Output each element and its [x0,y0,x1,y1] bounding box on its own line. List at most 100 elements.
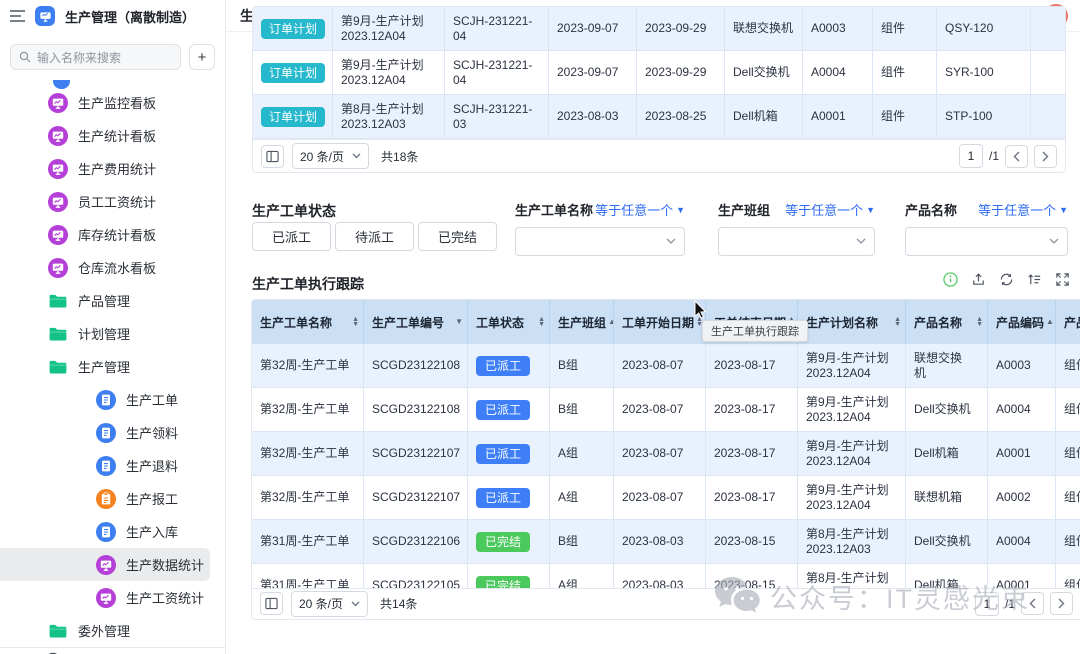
tracking-table-cell: 组件 [1056,476,1080,520]
tracking-table-body: 第32周-生产工单SCGD23122108已派工B组2023-08-072023… [252,344,1080,588]
refresh-icon[interactable] [999,272,1014,287]
tracking-table-row[interactable]: 第32周-生产工单SCGD23122107已派工A组2023-08-072023… [252,476,1080,520]
hamburger-menu-icon[interactable] [10,10,25,22]
prev-page-button[interactable] [1021,592,1044,615]
plan-table-cell: 第9月-生产计划 2023.12A04 [333,7,445,51]
sidebar-item[interactable]: 仓库流水看板 [0,251,225,284]
column-header-label: 工单状态 [476,314,524,331]
sort-both-icon[interactable]: ▲▼ [352,317,359,327]
column-header[interactable]: 生产工单名称▲▼ [252,300,364,344]
sidebar-item-label: 计划管理 [78,324,130,343]
column-header[interactable]: 生产工单编号▼ [364,300,468,344]
sidebar-item[interactable]: 委外管理 [0,614,225,647]
total-count: 共14条 [380,595,417,612]
column-header[interactable]: 产品名称▲▼ [906,300,988,344]
filter-operator-link[interactable]: 等于任意一个▼ [785,200,875,219]
column-header[interactable]: 生产计划名称 ▲▼ [798,300,906,344]
sidebar-item[interactable]: 生产退料 [0,449,225,482]
sidebar-item[interactable]: 生产报工 [0,482,225,515]
column-header-label: 生产计划名称 [806,314,878,331]
export-icon[interactable] [971,272,986,287]
tracking-table-cell: 2023-08-07 [614,344,706,388]
sidebar-item[interactable]: 生产工单 [0,383,225,416]
info-icon[interactable] [943,272,958,287]
tracking-table-cell: A0002 [988,476,1056,520]
column-header[interactable]: 产品编码▲ [988,300,1056,344]
filter-select[interactable] [718,227,875,256]
plan-table-row[interactable]: 订单计划第9月-生产计划 2023.12A04SCJH-231221- 0420… [253,51,1066,95]
filter-operator-link[interactable]: 等于任意一个▼ [595,200,685,219]
plan-table-row[interactable]: 订单计划第9月-生产计划 2023.12A04SCJH-231221- 0420… [253,7,1066,51]
column-settings-button[interactable] [261,145,284,168]
order-plan-tag: 订单计划 [261,107,325,127]
column-header[interactable]: 产品类型 [1056,300,1080,344]
tracking-table-cell: B组 [550,520,614,564]
column-header[interactable]: 工单状态 ▲▼ [468,300,550,344]
tracking-table-cell: 第31周-生产工单 [252,520,364,564]
sort-asc-icon[interactable]: ▲ [1046,318,1054,326]
chevron-down-icon [856,238,866,245]
filter-operator-link[interactable]: 等于任意一个▼ [978,200,1068,219]
sidebar-item[interactable]: 生产入库 [0,515,225,548]
status-finished-button[interactable]: 已完结 [418,222,497,251]
add-page-button[interactable]: + [189,44,215,70]
search-input[interactable]: 输入名称来搜索 [10,44,181,70]
sort-desc-icon[interactable]: ▼ [455,318,463,326]
tracking-table-cell: SCGD23122108 [364,388,468,432]
prev-page-button[interactable] [1005,145,1028,168]
tracking-table-row[interactable]: 第31周-生产工单SCGD23122106已完结B组2023-08-032023… [252,520,1080,564]
tracking-table-cell: 第32周-生产工单 [252,344,364,388]
sidebar-item[interactable]: 生产统计看板 [0,119,225,152]
fullscreen-icon[interactable] [1055,272,1070,287]
sidebar-item[interactable]: 员工工资统计 [0,185,225,218]
next-page-button[interactable] [1050,592,1073,615]
sidebar-item[interactable]: 生产工资统计 [0,581,225,614]
plan-table-cell: 组件 [873,51,937,95]
tracking-table-row[interactable]: 第32周-生产工单SCGD23122108已派工B组2023-08-072023… [252,388,1080,432]
current-page[interactable]: 1 [975,592,999,616]
sidebar-item[interactable]: 产品管理 [0,284,225,317]
filter-select[interactable] [515,227,685,256]
page-size-value: 20 条/页 [299,595,343,612]
tracking-table-row[interactable]: 第31周-生产工单SCGD23122105已完结A组2023-08-032023… [252,564,1080,588]
sidebar-item[interactable]: 生产领料 [0,416,225,449]
plan-table-pagination: 20 条/页 共18条 1 /1 [253,139,1065,172]
status-dispatched-button[interactable]: 已派工 [252,222,331,251]
tracking-table-row[interactable]: 第32周-生产工单SCGD23122108已派工B组2023-08-072023… [252,344,1080,388]
tracking-table-cell: 第9月-生产计划 2023.12A04 [798,476,906,520]
row-config-icon[interactable] [1027,272,1042,287]
sort-both-icon[interactable]: ▲▼ [538,317,545,327]
column-header[interactable]: 生产班组▲ [550,300,614,344]
filter-select[interactable] [905,227,1068,256]
sort-both-icon[interactable]: ▲▼ [976,317,983,327]
column-header-label: 生产班组 [558,314,606,331]
status-pending-button[interactable]: 待派工 [335,222,414,251]
sidebar-item[interactable]: 计划管理 [0,317,225,350]
sidebar-item[interactable]: 生产监控看板 [0,86,225,119]
filter-label: 生产班组 [718,200,770,219]
tracking-table-row[interactable]: 第32周-生产工单SCGD23122107已派工A组2023-08-072023… [252,432,1080,476]
sort-both-icon[interactable]: ▲▼ [894,317,901,327]
order-plan-tag: 订单计划 [261,19,325,39]
sidebar-item[interactable]: 生产管理 [0,350,225,383]
sidebar-item[interactable]: 库存统计看板 [0,218,225,251]
column-header[interactable]: 工单开始日期▲▼ [614,300,706,344]
chevron-down-icon [1049,238,1059,245]
next-page-button[interactable] [1034,145,1057,168]
tracking-section-title: 生产工单执行跟踪 [252,274,364,294]
app-logo-icon[interactable] [35,6,55,26]
sidebar-item[interactable]: 生产数据统计 [0,548,210,581]
plan-table-cell: A0004 [803,51,873,95]
folder-icon [48,291,68,311]
plan-table-row[interactable]: 订单计划第8月-生产计划 2023.12A03SCJH-231221- 0320… [253,95,1066,139]
doc-icon [96,423,116,443]
tracking-table-cell: A0003 [988,344,1056,388]
page-size-select[interactable]: 20 条/页 [292,143,369,169]
current-page[interactable]: 1 [959,144,983,168]
tracking-table-cell: Dell机箱 [906,432,988,476]
column-settings-button[interactable] [260,592,283,615]
page-size-select[interactable]: 20 条/页 [291,591,368,617]
dashboard-icon [48,225,68,245]
tracking-table-cell: 组件 [1056,564,1080,588]
sidebar-item[interactable]: 生产费用统计 [0,152,225,185]
